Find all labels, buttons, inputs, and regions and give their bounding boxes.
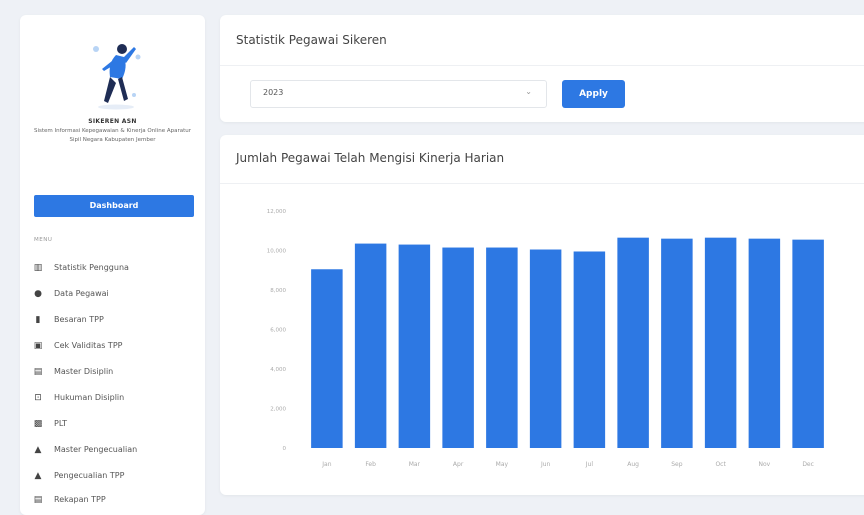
- sidebar-item-label: Cek Validitas TPP: [54, 341, 123, 350]
- filter-card: Statistik Pegawai Sikeren 2023 ⌄ Apply: [220, 15, 864, 122]
- chart-card: Jumlah Pegawai Telah Mengisi Kinerja Har…: [220, 135, 864, 495]
- y-tick-label: 0: [283, 446, 287, 452]
- x-tick-label: Jul: [585, 461, 594, 468]
- warning-icon: ▲: [34, 471, 42, 481]
- x-tick-label: Sep: [671, 461, 683, 468]
- sidebar-item-label: Master Pengecualian: [54, 445, 138, 454]
- filter-card-header: Statistik Pegawai Sikeren: [220, 15, 864, 66]
- year-select[interactable]: 2023 ⌄: [250, 80, 547, 108]
- sidebar-item-hukuman-disiplin[interactable]: ⊡ Hukuman Disiplin: [32, 390, 197, 406]
- brand-subtitle: Sistem Informasi Kepegawaian & Kinerja O…: [33, 128, 192, 143]
- bar-chart: 0 2,000 4,000 6,000 8,000 10,000 12,000 Jan Feb M…: [267, 209, 824, 468]
- bar-feb[interactable]: [354, 243, 387, 448]
- sidebar: SIKEREN ASN Sistem Informasi Kepegawaian…: [20, 15, 205, 515]
- x-tick-label: Nov: [759, 461, 771, 468]
- document-icon: ▮: [35, 315, 41, 325]
- sidebar-item-label: Statistik Pengguna: [54, 263, 129, 272]
- bar-dec[interactable]: [792, 239, 824, 448]
- x-tick-label: Oct: [715, 461, 726, 468]
- sidebar-item-cek-validitas-tpp[interactable]: ▣ Cek Validitas TPP: [32, 338, 197, 354]
- y-tick-label: 8,000: [270, 288, 286, 294]
- page-title: Statistik Pegawai Sikeren: [236, 33, 387, 47]
- sidebar-item-label: Master Disiplin: [54, 367, 114, 376]
- apply-button[interactable]: Apply: [562, 80, 625, 108]
- user-circle-icon: ●: [34, 289, 42, 299]
- sidebar-item-label: PLT: [54, 419, 68, 428]
- x-tick-label: Jan: [321, 461, 331, 468]
- sidebar-item-label: Besaran TPP: [54, 315, 104, 324]
- x-tick-label: Apr: [453, 461, 464, 468]
- bar-oct[interactable]: [704, 237, 737, 448]
- menu-section-label: MENU: [34, 237, 53, 243]
- year-select-value: 2023: [263, 88, 284, 97]
- sidebar-item-data-pegawai[interactable]: ● Data Pegawai: [32, 286, 197, 302]
- sidebar-item-label: Pengecualian TPP: [54, 471, 125, 480]
- bar-jun[interactable]: [529, 249, 562, 448]
- chevron-down-icon: ⌄: [525, 87, 532, 96]
- x-tick-label: Aug: [627, 461, 639, 468]
- sidebar-item-statistik-pengguna[interactable]: ▥ Statistik Pengguna: [32, 260, 197, 276]
- x-tick-label: Feb: [365, 461, 376, 468]
- bar-sep[interactable]: [661, 238, 693, 448]
- gavel-icon: ⊡: [34, 393, 42, 403]
- bar-apr[interactable]: [442, 247, 474, 448]
- y-tick-label: 2,000: [270, 407, 286, 413]
- warning-icon: ▲: [34, 445, 42, 455]
- x-tick-label: Mar: [409, 461, 421, 468]
- sidebar-item-plt[interactable]: ▩ PLT: [32, 416, 197, 432]
- bar-jan[interactable]: [311, 269, 343, 448]
- sidebar-item-besaran-tpp[interactable]: ▮ Besaran TPP: [32, 312, 197, 328]
- y-tick-label: 4,000: [270, 367, 286, 373]
- y-tick-label: 10,000: [267, 249, 287, 255]
- bar-aug[interactable]: [617, 237, 649, 448]
- dashboard-button[interactable]: Dashboard: [34, 195, 194, 217]
- x-tick-label: May: [496, 461, 509, 468]
- sidebar-item-master-pengecualian[interactable]: ▲ Master Pengecualian: [32, 442, 197, 458]
- briefcase-icon: ▩: [33, 419, 43, 429]
- y-tick-label: 6,000: [270, 328, 286, 334]
- sidebar-item-pengecualian-tpp[interactable]: ▲ Pengecualian TPP: [32, 468, 197, 484]
- y-tick-label: 12,000: [267, 209, 287, 215]
- monitor-icon: ▤: [33, 367, 43, 377]
- sidebar-item-label: Data Pegawai: [54, 289, 109, 298]
- person-illustration-logo: [93, 44, 141, 110]
- sidebar-item-label: Hukuman Disiplin: [54, 393, 125, 402]
- sidebar-item-master-disiplin[interactable]: ▤ Master Disiplin: [32, 364, 197, 380]
- sidebar-item-rekapan-tpp[interactable]: ▤ Rekapan TPP: [32, 492, 197, 508]
- document-icon: ▤: [33, 495, 43, 505]
- bar-nov[interactable]: [748, 238, 781, 448]
- bar-may[interactable]: [486, 247, 518, 448]
- x-tick-label: Dec: [802, 461, 814, 468]
- bar-jul[interactable]: [573, 251, 606, 448]
- brand-title: SIKEREN ASN: [88, 118, 137, 125]
- check-square-icon: ▣: [33, 341, 43, 351]
- bar-mar[interactable]: [398, 244, 431, 448]
- bar-chart-icon: ▥: [33, 263, 43, 273]
- x-tick-label: Jun: [540, 461, 551, 468]
